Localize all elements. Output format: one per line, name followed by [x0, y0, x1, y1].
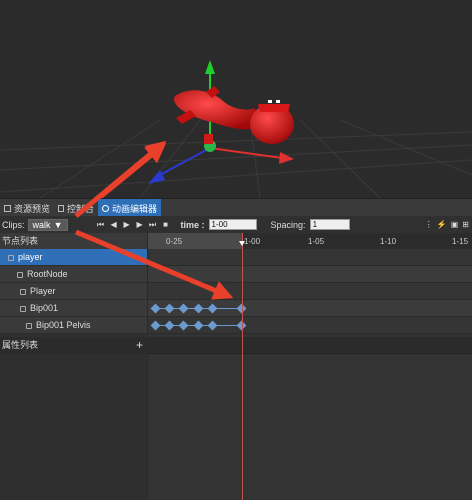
- annotation-overlay: [74, 140, 234, 300]
- annotation-arrow-up: [74, 140, 167, 218]
- annotation-arrow-down: [75, 229, 234, 300]
